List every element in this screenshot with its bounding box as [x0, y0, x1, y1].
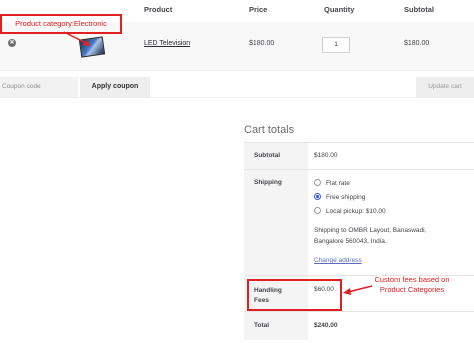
quantity-input[interactable]: 1 [322, 37, 350, 53]
product-name-link[interactable]: LED Television [144, 40, 190, 47]
subtotal-value: $180.00 [314, 152, 338, 159]
total-value: $240.00 [314, 322, 338, 329]
callout-arrow-icon [343, 285, 373, 295]
change-address-link[interactable]: Change address [314, 257, 362, 264]
shipping-destination-line1: Shipping to OMBR Layout, Banaswadi, [314, 227, 427, 234]
shipping-option-flat-rate[interactable]: Flat rate [314, 179, 350, 187]
cart-totals-title: Cart totals [244, 124, 295, 136]
shipping-option-free-shipping[interactable]: Free shipping [314, 193, 365, 201]
product-category-annotation: Product category:Electronic [15, 19, 107, 28]
item-price: $180.00 [249, 40, 275, 47]
handling-fees-highlight-box [247, 279, 342, 311]
shipping-row: Shipping Flat rate Free shipping Local p… [244, 169, 474, 276]
total-label: Total [244, 312, 308, 340]
annotation-arrow-icon [63, 31, 90, 46]
header-quantity: Quantity [324, 5, 355, 14]
radio-icon[interactable] [314, 207, 321, 214]
shipping-option-local-pickup[interactable]: Local pickup: $10.00 [314, 207, 386, 215]
custom-fees-annotation: Custom fees based on Product Categories [374, 275, 450, 294]
header-price: Price [249, 5, 268, 14]
shipping-destination-line2: Bangalore 560043, India. [314, 238, 387, 245]
header-subtotal: Subtotal [404, 5, 434, 14]
subtotal-row: Subtotal $180.00 [244, 142, 474, 170]
coupon-code-input[interactable]: Coupon code [0, 77, 78, 97]
shipping-label: Shipping [244, 170, 308, 276]
close-icon[interactable]: ✕ [8, 39, 16, 47]
total-row: Total $240.00 [244, 311, 474, 340]
cart-actions: Coupon code Apply coupon Update cart [0, 70, 474, 98]
header-product: Product [144, 5, 173, 14]
subtotal-label: Subtotal [244, 143, 308, 170]
radio-selected-icon[interactable] [314, 193, 321, 200]
apply-coupon-button[interactable]: Apply coupon [80, 77, 150, 97]
radio-icon[interactable] [314, 179, 321, 186]
item-subtotal: $180.00 [404, 40, 430, 47]
update-cart-button[interactable]: Update cart [416, 77, 474, 97]
